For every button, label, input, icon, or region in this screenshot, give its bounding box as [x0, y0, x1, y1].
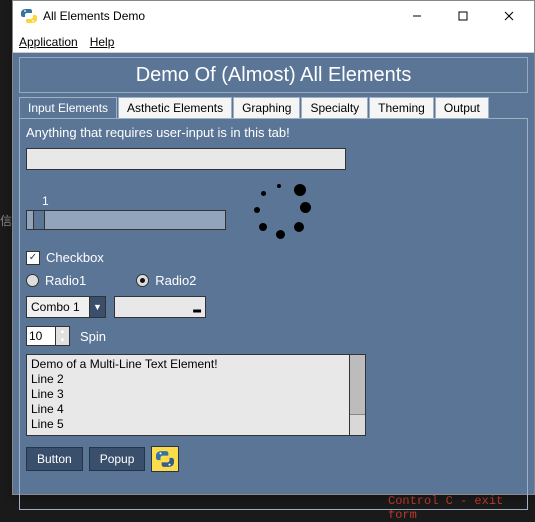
tab-graphing[interactable]: Graphing	[233, 97, 300, 118]
button-button[interactable]: Button	[26, 447, 83, 471]
popup-button[interactable]: Popup	[89, 447, 146, 471]
single-line-input[interactable]	[26, 148, 346, 170]
combo-value[interactable]: Combo 1	[26, 296, 90, 318]
combo-box[interactable]: Combo 1 ▼	[26, 296, 106, 318]
radio-1-label: Radio1	[45, 273, 86, 288]
tab-hint: Anything that requires user-input is in …	[26, 125, 521, 140]
option-menu[interactable]: ▂	[114, 296, 206, 318]
tab-strip: Input Elements Asthetic Elements Graphin…	[19, 97, 528, 118]
client-area: Demo Of (Almost) All Elements Input Elem…	[13, 53, 534, 494]
page-title: Demo Of (Almost) All Elements	[19, 57, 528, 93]
window-title: All Elements Demo	[43, 9, 394, 23]
titlebar[interactable]: All Elements Demo	[13, 1, 534, 31]
multiline-scrollbar[interactable]	[350, 354, 366, 436]
radio-2[interactable]: Radio2	[136, 273, 196, 288]
spin-value[interactable]: 10	[26, 326, 56, 346]
menu-help[interactable]: Help	[90, 35, 115, 49]
checkbox-row[interactable]: ✓ Checkbox	[26, 250, 521, 265]
close-button[interactable]	[486, 1, 532, 31]
radio-2-indicator[interactable]	[136, 274, 149, 287]
scrollbar-thumb[interactable]	[350, 355, 365, 415]
slider-value-label: 1	[42, 194, 226, 208]
radio-2-label: Radio2	[155, 273, 196, 288]
slider[interactable]: 1	[26, 194, 226, 230]
spin-down-icon[interactable]: ▼	[56, 336, 69, 345]
tab-output[interactable]: Output	[435, 97, 489, 118]
spin-label: Spin	[80, 329, 106, 344]
maximize-button[interactable]	[440, 1, 486, 31]
loading-spinner-icon	[250, 182, 310, 242]
tab-specialty[interactable]: Specialty	[301, 97, 368, 118]
python-icon	[21, 8, 37, 24]
python-logo-button[interactable]	[151, 446, 179, 472]
radio-1[interactable]: Radio1	[26, 273, 86, 288]
checkbox[interactable]: ✓	[26, 251, 40, 265]
tab-panel-input-elements: Anything that requires user-input is in …	[19, 118, 528, 510]
menubar: Application Help	[13, 31, 534, 53]
option-menu-handle-icon: ▂	[193, 302, 201, 313]
minimize-button[interactable]	[394, 1, 440, 31]
bg-char: 信	[0, 212, 12, 229]
slider-track[interactable]	[26, 210, 226, 230]
multiline-input[interactable]	[26, 354, 350, 436]
chevron-down-icon[interactable]: ▼	[90, 296, 106, 318]
tab-input-elements[interactable]: Input Elements	[19, 97, 117, 118]
menu-application[interactable]: Application	[19, 35, 78, 49]
spin-buttons[interactable]: ▲ ▼	[56, 326, 70, 346]
spin-up-icon[interactable]: ▲	[56, 327, 69, 336]
tab-asthetic-elements[interactable]: Asthetic Elements	[118, 97, 232, 118]
checkbox-label: Checkbox	[46, 250, 104, 265]
tab-theming[interactable]: Theming	[369, 97, 434, 118]
radio-1-indicator[interactable]	[26, 274, 39, 287]
app-window: All Elements Demo Application Help Demo …	[12, 0, 535, 495]
spin-control[interactable]: 10 ▲ ▼	[26, 326, 70, 346]
slider-thumb[interactable]	[33, 210, 45, 230]
